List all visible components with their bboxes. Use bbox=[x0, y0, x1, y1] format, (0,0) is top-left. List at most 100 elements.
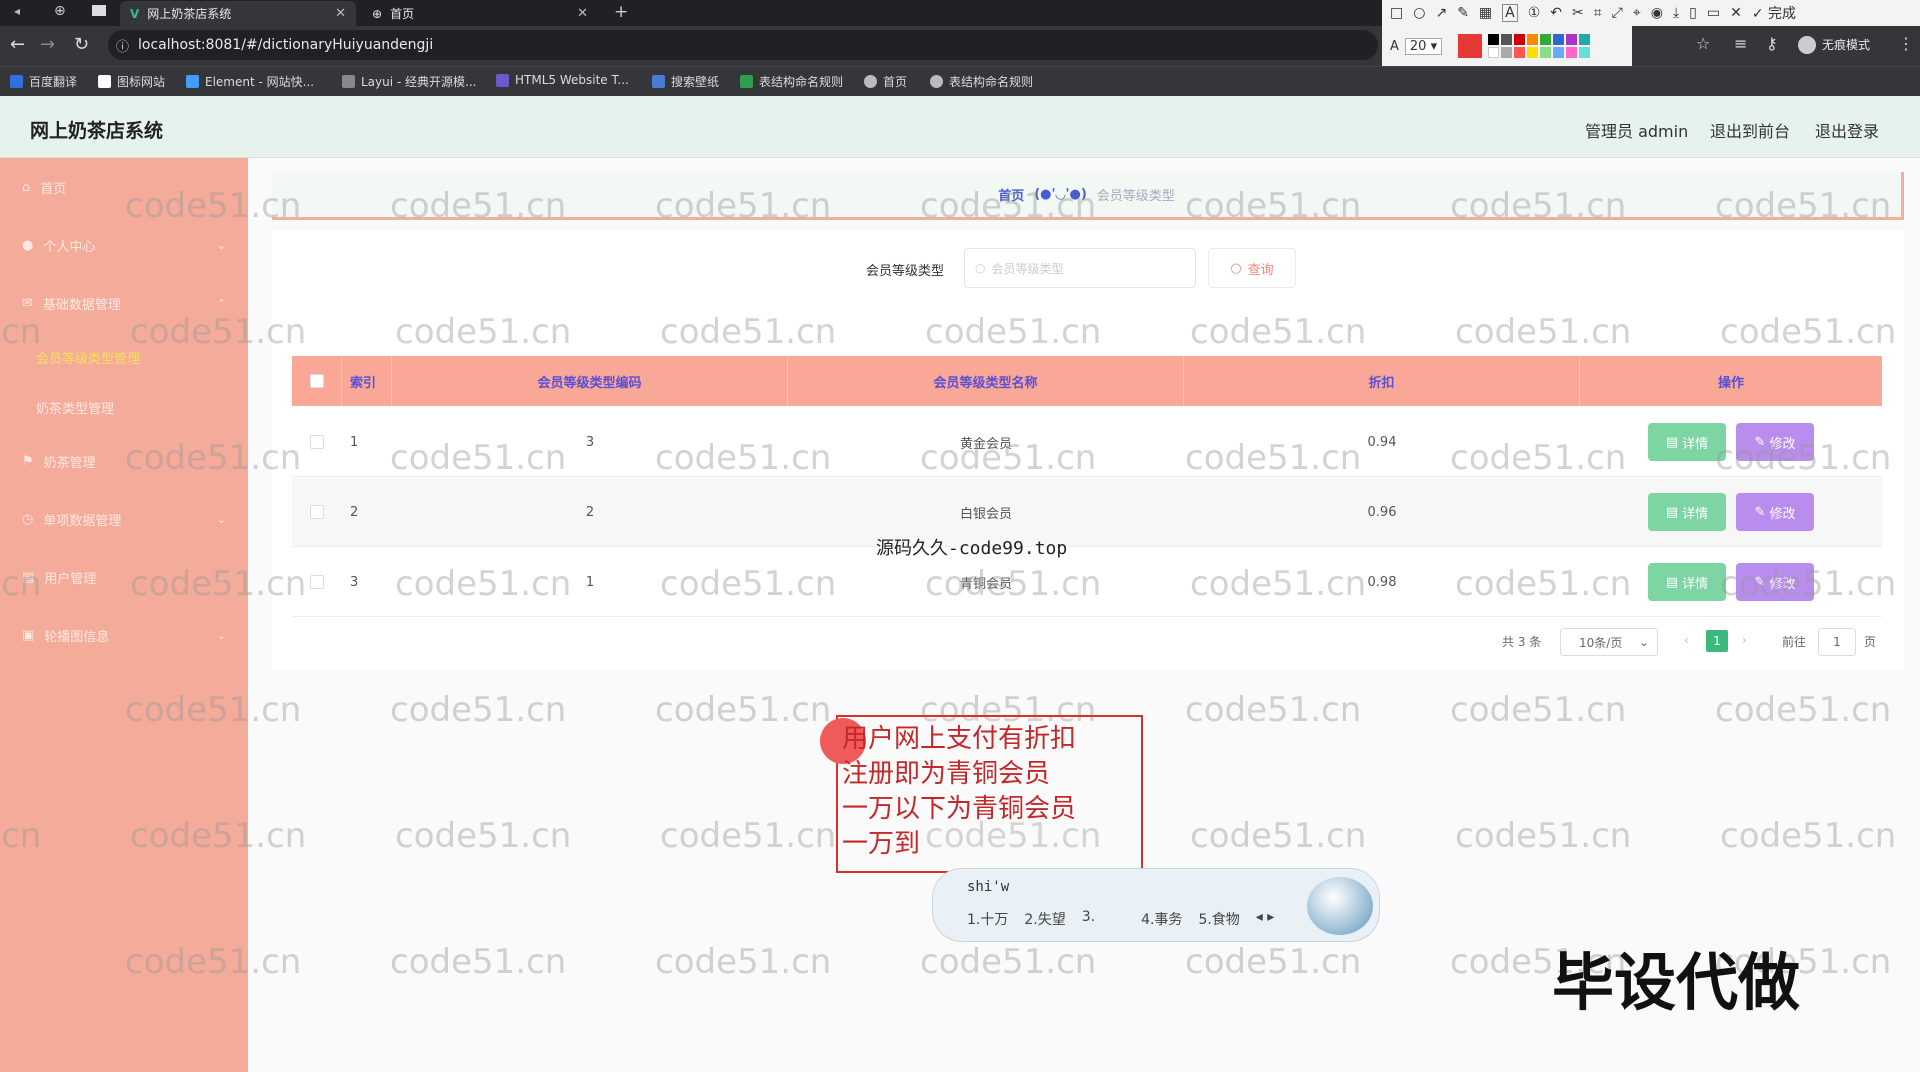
phone-icon[interactable]: ▯ bbox=[1689, 5, 1697, 21]
watermark-text: code51.cn bbox=[130, 816, 307, 856]
bookmark-item[interactable]: 首页 bbox=[864, 73, 907, 90]
watermark-text: code51.cn bbox=[655, 942, 832, 982]
number-tool-icon[interactable]: ① bbox=[1528, 5, 1541, 21]
bookmark-item[interactable]: 搜索壁纸 bbox=[652, 73, 719, 90]
bookmark-item[interactable]: 表结构命名规则 bbox=[930, 73, 1033, 90]
ime-candidate[interactable]: 5.食物 bbox=[1198, 909, 1239, 929]
incognito-badge[interactable]: 无痕模式 bbox=[1798, 36, 1870, 54]
bookmark-item[interactable]: HTML5 Website T... bbox=[496, 73, 629, 87]
ime-candidate[interactable]: 4.事务 bbox=[1141, 909, 1182, 929]
watermark-text: code51.cn bbox=[655, 438, 832, 478]
row-checkbox[interactable] bbox=[310, 575, 324, 589]
page-size-select[interactable]: 10条/页 ⌄ bbox=[1560, 628, 1658, 656]
next-page-icon[interactable]: › bbox=[1742, 633, 1747, 647]
key-icon[interactable]: ⚷ bbox=[1766, 34, 1778, 53]
sidebar-item-label: 单项数据管理 bbox=[43, 513, 122, 529]
bookmark-item[interactable]: 表结构命名规则 bbox=[740, 73, 843, 90]
back-icon[interactable]: ← bbox=[10, 34, 25, 55]
sidebar-item-single-data[interactable]: ◷ 单项数据管理 ⌄ bbox=[0, 490, 248, 548]
detail-button[interactable]: ▤ 详情 bbox=[1648, 563, 1726, 601]
rect-tool-icon[interactable]: □ bbox=[1390, 5, 1403, 21]
ime-candidate[interactable]: 2.失望 bbox=[1024, 909, 1065, 929]
query-button[interactable]: ○ 查询 bbox=[1208, 248, 1296, 288]
search-input[interactable]: ○ 会员等级类型 bbox=[964, 248, 1196, 288]
close-tab-icon[interactable]: ✕ bbox=[335, 6, 346, 21]
star-icon[interactable]: ☆ bbox=[1696, 34, 1710, 53]
watermark-text: code51.cn bbox=[920, 186, 1097, 226]
edit-button[interactable]: ✎ 修改 bbox=[1736, 493, 1814, 531]
logout-link[interactable]: 退出登录 bbox=[1815, 118, 1879, 142]
row-checkbox[interactable] bbox=[310, 505, 324, 519]
bookmark-label: 表结构命名规则 bbox=[759, 75, 844, 89]
prev-page-icon[interactable]: ‹ bbox=[1684, 633, 1689, 647]
globe-icon[interactable]: ⊕ bbox=[54, 3, 66, 19]
select-all-checkbox[interactable] bbox=[309, 374, 324, 388]
current-color-swatch[interactable] bbox=[1458, 34, 1483, 58]
search-icon: ○ bbox=[975, 261, 986, 275]
close-icon[interactable]: ✕ bbox=[1730, 5, 1742, 21]
bookmark-label: 百度翻译 bbox=[29, 75, 78, 89]
reload-icon[interactable]: ↻ bbox=[74, 34, 89, 55]
color-palette[interactable] bbox=[1488, 34, 1591, 58]
expand-icon[interactable]: ⤢ bbox=[1612, 5, 1623, 21]
pin-icon[interactable]: ⌖ bbox=[1633, 5, 1641, 21]
column-header-code[interactable]: 会员等级类型编码 bbox=[392, 356, 788, 406]
annotation-toolbar: □ ○ ↗ ✎ ▦ A ① ↶ ✂ ⌗ ⤢ ⌖ ◉ ⤓ ▯ ▭ ✕ ✓ 完成 bbox=[1382, 0, 1920, 26]
bookmark-item[interactable]: Layui - 经典开源模... bbox=[342, 73, 476, 90]
tab-home[interactable]: ⊕ 首页 ✕ bbox=[362, 1, 598, 26]
reading-list-icon[interactable]: ≡ bbox=[1734, 34, 1747, 53]
sidebar-item-label: 基础数据管理 bbox=[42, 297, 121, 313]
ime-candidate[interactable]: 3. bbox=[1082, 909, 1095, 929]
annotation-text[interactable]: 用户网上支付有折扣 注册即为青铜会员 一万以下为青铜会员 一万到 bbox=[842, 722, 1076, 862]
mosaic-tool-icon[interactable]: ▦ bbox=[1479, 5, 1492, 21]
bookmark-label: HTML5 Website T... bbox=[515, 73, 629, 87]
back-tab-icon[interactable]: ◂ bbox=[14, 4, 20, 18]
url-field[interactable]: ⓘ localhost:8081/#/dictionaryHuiyuandeng… bbox=[108, 30, 1378, 60]
ime-candidate-window: shi'w 1.十万 2.失望 3. 4.事务 5.食物 ◂ ▸ bbox=[932, 868, 1380, 942]
incognito-icon bbox=[1798, 36, 1816, 54]
new-tab-icon[interactable]: + bbox=[614, 2, 628, 22]
bookmark-item[interactable]: 百度翻译 bbox=[10, 73, 77, 90]
sidebar-item-carousel[interactable]: ▣ 轮播图信息 ⌄ bbox=[0, 606, 248, 664]
detail-button[interactable]: ▤ 详情 bbox=[1648, 493, 1726, 531]
search-icon: ○ bbox=[1230, 260, 1242, 276]
record-icon[interactable]: ◉ bbox=[1651, 5, 1663, 21]
watermark-text: code51.cn bbox=[660, 564, 837, 604]
current-page[interactable]: 1 bbox=[1706, 630, 1728, 652]
bookmark-item[interactable]: 图标网站 bbox=[98, 73, 165, 90]
bookmark-label: 表结构命名规则 bbox=[949, 75, 1034, 89]
ellipse-tool-icon[interactable]: ○ bbox=[1413, 5, 1425, 21]
column-header-discount[interactable]: 折扣 bbox=[1184, 356, 1580, 406]
edit-icon: ✎ bbox=[1754, 504, 1766, 520]
chevron-down-icon: ⌄ bbox=[216, 628, 226, 642]
row-checkbox[interactable] bbox=[310, 435, 324, 449]
bookmark-label: Layui - 经典开源模... bbox=[361, 75, 477, 89]
info-icon: ⓘ bbox=[116, 40, 130, 55]
bookmark-label: 搜索壁纸 bbox=[671, 75, 720, 89]
menu-icon[interactable]: ⋮ bbox=[1898, 34, 1914, 53]
done-button[interactable]: ✓ 完成 bbox=[1752, 3, 1796, 23]
pen-tool-icon[interactable]: ✎ bbox=[1457, 5, 1469, 21]
bookmark-item[interactable]: Element - 网站快... bbox=[186, 73, 314, 90]
scissors-icon[interactable]: ✂ bbox=[1572, 5, 1584, 21]
next-page-icon[interactable]: ◂ ▸ bbox=[1256, 909, 1275, 929]
tab-label: 网上奶茶店系统 bbox=[147, 7, 232, 21]
font-size-select[interactable]: 20 ▾ bbox=[1404, 37, 1443, 55]
window-icon[interactable] bbox=[92, 5, 106, 16]
exit-to-frontend-link[interactable]: 退出到前台 bbox=[1710, 118, 1790, 142]
forward-icon[interactable]: → bbox=[40, 34, 55, 55]
download-icon[interactable]: ⤓ bbox=[1673, 5, 1679, 21]
bookmark-icon[interactable]: ▭ bbox=[1707, 5, 1720, 21]
ime-candidate[interactable]: 1.十万 bbox=[967, 909, 1008, 929]
tab-milk-tea[interactable]: V 网上奶茶店系统 ✕ bbox=[120, 1, 356, 26]
sidebar-subitem-tea-type[interactable]: 奶茶类型管理 bbox=[0, 382, 248, 432]
column-header-name[interactable]: 会员等级类型名称 bbox=[788, 356, 1184, 406]
translate-icon[interactable]: ⌗ bbox=[1594, 5, 1602, 21]
sidebar-item-label: 奶茶类型管理 bbox=[36, 401, 115, 417]
undo-icon[interactable]: ↶ bbox=[1550, 5, 1562, 21]
goto-page-input[interactable]: 1 bbox=[1818, 628, 1856, 656]
close-tab-icon[interactable]: ✕ bbox=[577, 6, 588, 21]
text-tool-icon[interactable]: A bbox=[1502, 4, 1518, 22]
cell-index: 1 bbox=[350, 434, 359, 450]
arrow-tool-icon[interactable]: ↗ bbox=[1435, 5, 1447, 21]
